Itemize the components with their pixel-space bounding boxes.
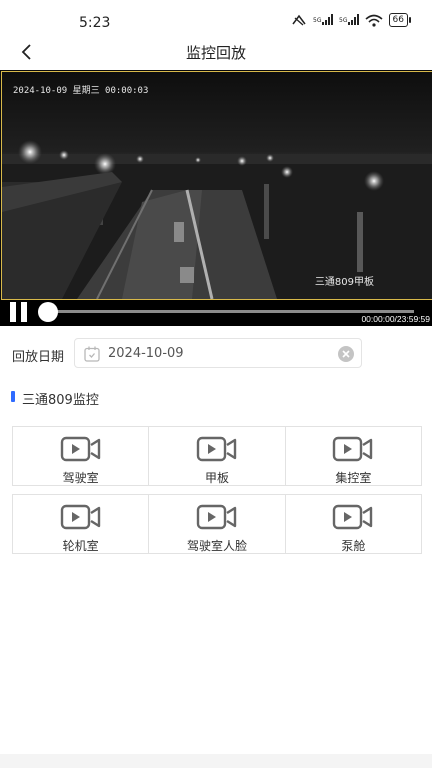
status-icons: 5G 5G 66 xyxy=(291,13,412,27)
calendar-icon xyxy=(84,346,100,362)
camera-tile-bridge[interactable]: 驾驶室 xyxy=(12,427,150,485)
camera-label: 轮机室 xyxy=(62,539,99,553)
video-osd-timestamp: 2024-10-09 星期三 00:00:03 xyxy=(13,86,149,96)
camera-tile-deck[interactable]: 甲板 xyxy=(149,427,286,485)
camera-label: 驾驶室人脸 xyxy=(186,539,247,553)
clear-icon[interactable] xyxy=(337,345,355,363)
section-header: 三通809监控 xyxy=(0,386,432,408)
progress-thumb[interactable] xyxy=(38,302,58,322)
nav-bar: 监控回放 xyxy=(0,36,432,68)
video-camera-icon xyxy=(196,504,237,530)
video-osd-channel: 三通809甲板 xyxy=(314,277,374,288)
video-player[interactable]: 2024-10-09 星期三 00:00:03 三通809甲板 00:00:00… xyxy=(0,70,432,326)
svg-text:5G: 5G xyxy=(313,17,322,24)
camera-tile-control-room[interactable]: 集控室 xyxy=(286,427,422,485)
harbor-night-scene xyxy=(2,72,432,299)
camera-grid-row: 驾驶室 甲板 集控室 xyxy=(12,426,422,486)
pause-icon-bar-right xyxy=(21,302,27,322)
camera-label: 集控室 xyxy=(335,471,372,485)
section-accent-bar xyxy=(11,391,15,402)
video-camera-icon xyxy=(196,436,237,462)
page-title: 监控回放 xyxy=(185,44,246,62)
video-controls: 00:00:00/23:59:59 xyxy=(0,300,432,326)
data-saver-icon xyxy=(291,14,306,26)
camera-label: 泵舱 xyxy=(341,539,366,553)
camera-tile-engine-room[interactable]: 轮机室 xyxy=(12,495,150,553)
camera-tile-bridge-face[interactable]: 驾驶室人脸 xyxy=(149,495,286,553)
camera-label: 驾驶室 xyxy=(62,471,99,485)
progress-track[interactable] xyxy=(46,310,414,313)
battery-icon: 66 xyxy=(388,13,412,27)
video-camera-icon xyxy=(333,504,373,530)
date-filter-row: 回放日期 2024-10-09 xyxy=(0,338,432,370)
date-value: 2024-10-09 xyxy=(108,346,184,361)
camera-grid-row: 轮机室 驾驶室人脸 泵舱 xyxy=(12,494,422,554)
system-nav-area xyxy=(0,754,432,768)
date-label: 回放日期 xyxy=(12,350,65,365)
date-picker-input[interactable]: 2024-10-09 xyxy=(74,338,362,368)
video-camera-icon xyxy=(333,436,373,462)
pause-button[interactable] xyxy=(8,302,30,322)
pause-icon-bar-left xyxy=(10,302,16,322)
svg-text:5G: 5G xyxy=(339,17,348,24)
section-title: 三通809监控 xyxy=(22,393,99,408)
camera-tile-pump-room[interactable]: 泵舱 xyxy=(286,495,422,553)
signal-sim2-icon: 5G xyxy=(339,14,359,25)
camera-grid: 驾驶室 甲板 集控室 轮机室 驾驶室人脸 泵舱 xyxy=(12,426,422,562)
video-camera-icon xyxy=(60,436,100,462)
wifi-icon xyxy=(365,14,383,27)
video-frame: 2024-10-09 星期三 00:00:03 三通809甲板 xyxy=(1,71,432,300)
status-bar: 5:23 5G 5G 66 xyxy=(0,0,432,40)
time-readout: 00:00:00/23:59:59 xyxy=(361,314,430,324)
signal-sim1-icon: 5G xyxy=(313,14,333,25)
video-camera-icon xyxy=(60,504,100,530)
status-time: 5:23 xyxy=(79,15,111,31)
camera-label: 甲板 xyxy=(204,471,229,485)
